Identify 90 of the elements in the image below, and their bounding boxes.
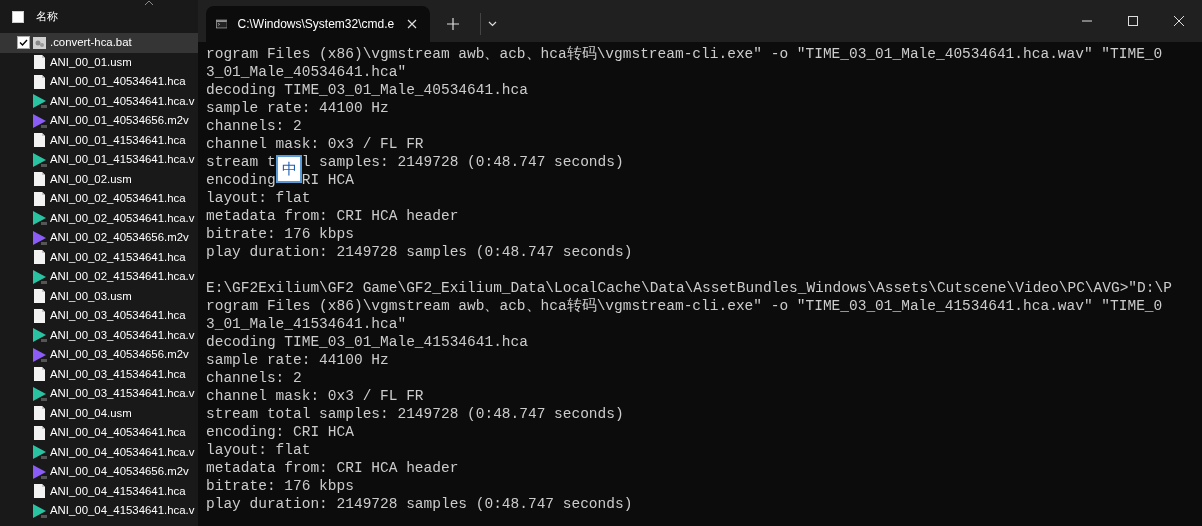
output-line: layout: flat xyxy=(206,189,312,207)
file-icon xyxy=(32,73,47,90)
file-item[interactable]: ANI_00_02_41534641.hca.v xyxy=(0,267,198,287)
output-line: rogram Files (x86)\vgmstream awb、acb、hca转码\vgmstream-cli.exe" -o "TIME_03_01_Male_40534641.hca.wav" "TIME_0 xyxy=(206,45,1164,63)
file-icon xyxy=(32,249,47,266)
file-icon xyxy=(32,132,47,149)
play-icon xyxy=(32,268,47,285)
output-line: decoding TIME_03_01_Male_41534641.hca xyxy=(206,333,529,351)
play-icon xyxy=(32,93,47,110)
output-line: decoding TIME_03_01_Male_40534641.hca xyxy=(206,81,529,99)
file-item[interactable]: ANI_00_03_41534641.hca.v xyxy=(0,384,198,404)
file-item[interactable]: ANI_00_04_40534656.m2v xyxy=(0,462,198,482)
output-line: bitrate: 176 kbps xyxy=(206,477,355,495)
output-line: channels: 2 xyxy=(206,369,303,387)
file-item[interactable]: ANI_00_04_40534641.hca.v xyxy=(0,442,198,462)
file-icon xyxy=(32,424,47,441)
file-icon xyxy=(32,483,47,500)
sort-caret-icon xyxy=(144,0,154,6)
file-item[interactable]: ANI_00_01_41534641.hca xyxy=(0,130,198,150)
maximize-icon[interactable] xyxy=(1128,16,1138,26)
output-line: channel mask: 0x3 / FL FR xyxy=(206,387,425,405)
file-item[interactable]: ANI_00_04.usm xyxy=(0,403,198,423)
play-icon xyxy=(32,210,47,227)
file-item[interactable]: .convert-hca.bat xyxy=(0,33,198,53)
file-item[interactable]: ANI_00_03_40534641.hca.v xyxy=(0,325,198,345)
output-line: E:\GF2Exilium\GF2 Game\GF2_Exilium_Data\LocalCache\Data\AssetBundles_Windows\Assets\Cutscene\Video\PC\AVG>"D:\P xyxy=(206,279,1173,297)
file-item[interactable]: ANI_00_03_40534641.hca xyxy=(0,306,198,326)
file-item[interactable]: ANI_00_04_41534641.hca.v xyxy=(0,501,198,521)
file-item[interactable]: ANI_00_01_41534641.hca.v xyxy=(0,150,198,170)
file-item[interactable]: ANI_00_02_40534656.m2v xyxy=(0,228,198,248)
chevron-down-icon[interactable] xyxy=(488,21,497,27)
play-icon xyxy=(32,502,47,519)
output-line: metadata from: CRI HCA header xyxy=(206,207,460,225)
output-line: sample rate: 44100 Hz xyxy=(206,99,390,117)
column-header[interactable]: 名称 xyxy=(36,7,58,26)
plus-icon[interactable] xyxy=(447,18,459,30)
play-icon xyxy=(32,444,47,461)
file-item[interactable]: ANI_00_02_40534641.hca xyxy=(0,189,198,209)
play-icon xyxy=(32,229,47,246)
output-line: sample rate: 44100 Hz xyxy=(206,351,390,369)
output-text: encoding xyxy=(206,172,276,188)
play-icon xyxy=(32,463,47,480)
file-item[interactable]: ANI_00_01.usm xyxy=(0,52,198,72)
output-text: RI HCA xyxy=(301,172,354,188)
output-line: channels: 2 xyxy=(206,117,303,135)
file-icon xyxy=(32,54,47,71)
dropdown-button[interactable] xyxy=(480,13,498,35)
output-line: 3_01_Male_41534641.hca" xyxy=(206,315,408,333)
file-icon xyxy=(32,307,47,324)
play-icon xyxy=(32,346,47,363)
file-item[interactable]: ANI_00_01_40534641.hca.v xyxy=(0,91,198,111)
close-icon[interactable] xyxy=(407,19,418,29)
output-line: stream total samples: 2149728 (0:48.747 seconds) xyxy=(206,405,625,423)
file-icon xyxy=(32,190,47,207)
file-icon xyxy=(32,171,47,188)
close-icon[interactable] xyxy=(1174,16,1184,26)
file-item[interactable]: ANI_00_03_41534641.hca xyxy=(0,364,198,384)
file-item[interactable]: ANI_00_03_40534656.m2v xyxy=(0,345,198,365)
output-line: bitrate: 176 kbps xyxy=(206,225,355,243)
file-item[interactable]: ANI_00_02.usm xyxy=(0,169,198,189)
output-line: channel mask: 0x3 / FL FR xyxy=(206,135,425,153)
output-line: 3_01_Male_40534641.hca" xyxy=(206,63,408,81)
terminal-icon xyxy=(216,18,228,30)
play-icon xyxy=(32,327,47,344)
output-line: play duration: 2149728 samples (0:48.747 seconds) xyxy=(206,495,634,513)
file-item[interactable]: ANI_00_02_41534641.hca xyxy=(0,247,198,267)
output-line: encoding: CRI HCA xyxy=(206,423,355,441)
input-method-indicator: 中 xyxy=(276,155,302,183)
select-all-checkbox[interactable] xyxy=(12,10,24,23)
file-item[interactable]: ANI_00_01_40534656.m2v xyxy=(0,111,198,131)
output-text: stream t xyxy=(206,154,276,170)
output-line: layout: flat xyxy=(206,441,312,459)
file-item[interactable]: ANI_00_04_41534641.hca xyxy=(0,481,198,501)
play-icon xyxy=(32,112,47,129)
file-item[interactable]: ANI_00_04_40534641.hca xyxy=(0,423,198,443)
checkbox[interactable] xyxy=(17,36,30,50)
file-item[interactable]: ANI_00_01_40534641.hca xyxy=(0,72,198,92)
file-icon xyxy=(32,288,47,305)
output-line: metadata from: CRI HCA header xyxy=(206,459,460,477)
file-icon xyxy=(32,405,47,422)
file-icon xyxy=(32,366,47,383)
play-icon xyxy=(32,385,47,402)
script-file-icon xyxy=(32,34,47,51)
terminal-tab[interactable]: C:\Windows\System32\cmd.e xyxy=(206,6,430,42)
file-item[interactable]: ANI_00_03.usm xyxy=(0,286,198,306)
output-line: play duration: 2149728 samples (0:48.747 seconds) xyxy=(206,243,634,261)
play-icon xyxy=(32,151,47,168)
file-item[interactable]: ANI_00_02_40534641.hca.v xyxy=(0,208,198,228)
output-line: rogram Files (x86)\vgmstream awb、acb、hca转码\vgmstream-cli.exe" -o "TIME_03_01_Male_41534641.hca.wav" "TIME_0 xyxy=(206,297,1164,315)
output-text: l samples: 2149728 (0:48.747 seconds) xyxy=(301,154,624,170)
